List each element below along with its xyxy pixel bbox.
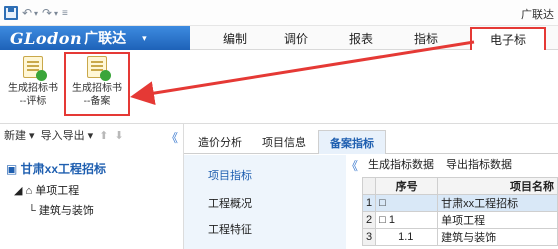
- menu-item-edit[interactable]: 编制: [223, 30, 247, 47]
- title-bar: ↶ ▾ ↷ ▾ ≡ 广联达: [0, 0, 558, 26]
- move-up-icon[interactable]: ⬆: [99, 129, 108, 142]
- seq-cell: 1.1: [375, 228, 439, 246]
- import-export-button[interactable]: 导入导出 ▾: [41, 127, 94, 143]
- tree-toolbar: 新建 ▾ 导入导出 ▾ ⬆ ⬇: [0, 124, 183, 146]
- tree-node-building[interactable]: └ 建筑与装饰: [28, 202, 94, 218]
- redo-dropdown-icon[interactable]: ▾: [54, 5, 58, 21]
- row-number: 1: [361, 194, 377, 212]
- collapse-left-icon[interactable]: 《: [166, 129, 178, 146]
- tree-node-single-project[interactable]: ◢ ⌂ 单项工程: [14, 182, 79, 198]
- menu-item-adjust-price[interactable]: 调价: [284, 30, 308, 47]
- row-number-header: [361, 177, 377, 195]
- menu-bar: GLodon 广联达 ▾ 编制 调价 报表 指标 电子标: [0, 26, 558, 50]
- new-button[interactable]: 新建 ▾: [4, 127, 35, 143]
- brand-logo: GLodon: [10, 28, 83, 48]
- table-row[interactable]: 3 1.1 建筑与装饰: [361, 228, 558, 246]
- seq-column-header: 序号: [375, 177, 439, 195]
- move-down-icon[interactable]: ⬇: [114, 129, 123, 142]
- main-pane: 造价分析 项目信息 备案指标 项目指标 工程概况 工程特征 《 生成指标数据 导…: [184, 124, 558, 249]
- grid-toolbar: 生成指标数据 导出指标数据: [346, 155, 558, 173]
- ribbon-button-label: 生成招标书: [8, 83, 58, 94]
- bid-filing-icon: [87, 56, 111, 81]
- ribbon-button-sublabel: --备案: [83, 96, 111, 107]
- seq-cell: □: [375, 194, 439, 212]
- table-header-row: 序号 项目名称: [361, 177, 558, 195]
- subnav-project-indicators[interactable]: 项目指标: [208, 167, 252, 183]
- brand-menu[interactable]: GLodon 广联达 ▾: [0, 26, 190, 50]
- name-cell: 单项工程: [437, 211, 558, 229]
- generate-bid-evaluation-button[interactable]: 生成招标书 --评标: [4, 54, 62, 108]
- indicator-subnav: 项目指标 工程概况 工程特征: [184, 155, 346, 249]
- export-indicator-data-button[interactable]: 导出指标数据: [446, 156, 512, 172]
- save-icon[interactable]: [4, 6, 18, 20]
- tree-root-project[interactable]: ▣ 甘肃xx工程招标: [6, 160, 106, 177]
- brand-name: 广联达: [84, 30, 127, 46]
- indicator-table: 序号 项目名称 1 □ 甘肃xx工程招标 2 □ 1 单项工程 3 1.1 建筑…: [361, 177, 558, 246]
- customize-icon[interactable]: ≡: [62, 5, 68, 21]
- ribbon-button-sublabel: --评标: [19, 96, 47, 107]
- ribbon: 生成招标书 --评标 生成招标书 --备案: [0, 50, 558, 124]
- subnav-project-overview[interactable]: 工程概况: [208, 195, 252, 211]
- window-title: 广联达: [521, 9, 554, 21]
- menu-item-reports[interactable]: 报表: [349, 30, 373, 47]
- subnav-project-features[interactable]: 工程特征: [208, 221, 252, 237]
- bid-document-icon: [23, 56, 47, 81]
- generate-indicator-data-button[interactable]: 生成指标数据: [368, 156, 434, 172]
- tab-cost-analysis[interactable]: 造价分析: [190, 130, 250, 154]
- project-tree-pane: 新建 ▾ 导入导出 ▾ ⬆ ⬇ 《 ▣ 甘肃xx工程招标 ◢ ⌂ 单项工程 └ …: [0, 124, 184, 249]
- redo-icon[interactable]: ↷: [42, 5, 52, 21]
- tab-project-info[interactable]: 项目信息: [254, 130, 314, 154]
- row-number: 3: [361, 228, 377, 246]
- seq-cell: □ 1: [375, 211, 439, 229]
- name-cell: 甘肃xx工程招标: [437, 194, 558, 212]
- menu-item-electronic-bid[interactable]: 电子标: [470, 27, 546, 50]
- generate-bid-filing-button[interactable]: 生成招标书 --备案: [64, 52, 130, 116]
- indicator-grid-area: 《 生成指标数据 导出指标数据 序号 项目名称 1 □ 甘肃xx工程招标 2 □…: [346, 155, 558, 249]
- name-cell: 建筑与装饰: [437, 228, 558, 246]
- table-row[interactable]: 1 □ 甘肃xx工程招标: [361, 194, 558, 212]
- tab-bar: 造价分析 项目信息 备案指标: [184, 130, 558, 154]
- chevron-down-icon: ▾: [142, 32, 147, 43]
- tab-filing-indicators[interactable]: 备案指标: [318, 130, 386, 154]
- row-number: 2: [361, 211, 377, 229]
- menu-item-indicators[interactable]: 指标: [414, 30, 438, 47]
- undo-dropdown-icon[interactable]: ▾: [34, 5, 38, 21]
- name-column-header: 项目名称: [437, 177, 558, 195]
- ribbon-button-label: 生成招标书: [72, 83, 122, 94]
- undo-icon[interactable]: ↶: [22, 5, 32, 21]
- table-row[interactable]: 2 □ 1 单项工程: [361, 211, 558, 229]
